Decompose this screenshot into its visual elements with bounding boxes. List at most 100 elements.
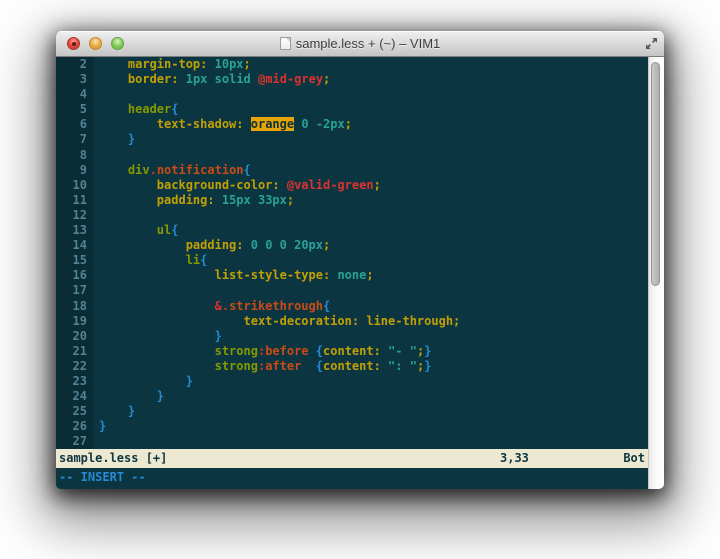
code-line: 3 border: 1px solid @mid-grey; — [56, 72, 648, 87]
code-line: 20 } — [56, 329, 648, 344]
document-icon — [280, 37, 291, 50]
expand-arrows-icon — [645, 37, 658, 50]
code-line: 16 list-style-type: none; — [56, 268, 648, 283]
line-number: 6 — [56, 117, 94, 132]
code-line: 2 margin-top: 10px; — [56, 57, 648, 72]
code-line: 23 } — [56, 374, 648, 389]
line-number: 22 — [56, 359, 94, 374]
window-content: 2 margin-top: 10px;3 border: 1px solid @… — [56, 57, 664, 489]
code-line: 25 } — [56, 404, 648, 419]
line-number: 18 — [56, 299, 94, 314]
window-title: sample.less + (~) – VIM1 — [296, 36, 441, 51]
code-line-text: ul{ — [94, 223, 178, 238]
statusline-scroll-position: Bot — [623, 449, 645, 468]
line-number: 9 — [56, 163, 94, 178]
code-line: 10 background-color: @valid-green; — [56, 178, 648, 193]
window-controls — [67, 37, 124, 50]
code-lines[interactable]: 2 margin-top: 10px;3 border: 1px solid @… — [56, 57, 648, 449]
line-number: 10 — [56, 178, 94, 193]
code-line: 19 text-decoration: line-through; — [56, 314, 648, 329]
code-line-text: } — [94, 389, 164, 404]
code-line: 24 } — [56, 389, 648, 404]
code-line-text — [94, 148, 99, 163]
line-number: 3 — [56, 72, 94, 87]
editor-column: 2 margin-top: 10px;3 border: 1px solid @… — [56, 57, 648, 489]
code-line: 9 div.notification{ — [56, 163, 648, 178]
code-line-text: list-style-type: none; — [94, 268, 374, 283]
code-line: 26} — [56, 419, 648, 434]
code-line: 6 text-shadow: orange 0 -2px; — [56, 117, 648, 132]
line-number: 15 — [56, 253, 94, 268]
statusline-ruler: 3,33 — [500, 449, 529, 468]
line-number: 23 — [56, 374, 94, 389]
line-number: 14 — [56, 238, 94, 253]
titlebar[interactable]: sample.less + (~) – VIM1 — [56, 31, 664, 57]
close-circle-icon[interactable] — [67, 37, 80, 50]
fullscreen-button[interactable] — [644, 36, 659, 51]
code-line-text: background-color: @valid-green; — [94, 178, 381, 193]
line-number: 20 — [56, 329, 94, 344]
code-line-text: padding: 15px 33px; — [94, 193, 294, 208]
line-number: 19 — [56, 314, 94, 329]
code-line: 12 — [56, 208, 648, 223]
code-line-text: strong:before {content: "- ";} — [94, 344, 431, 359]
code-line-text: header{ — [94, 102, 179, 117]
code-line-text: text-decoration: line-through; — [94, 314, 460, 329]
code-line: 5 header{ — [56, 102, 648, 117]
line-number: 11 — [56, 193, 94, 208]
statusline-filename: sample.less [+] — [59, 451, 167, 465]
code-line-text: } — [94, 419, 106, 434]
code-line: 22 strong:after {content: ": ";} — [56, 359, 648, 374]
line-number: 7 — [56, 132, 94, 147]
code-line-text: } — [94, 404, 135, 419]
code-line: 27 — [56, 434, 648, 449]
code-line-text: padding: 0 0 0 20px; — [94, 238, 330, 253]
line-number: 26 — [56, 419, 94, 434]
scrollbar-thumb[interactable] — [651, 62, 660, 286]
window-title-group: sample.less + (~) – VIM1 — [280, 36, 441, 51]
code-line-text: } — [94, 374, 193, 389]
code-line-text: } — [94, 329, 222, 344]
line-number: 16 — [56, 268, 94, 283]
line-number: 25 — [56, 404, 94, 419]
code-line-text — [94, 87, 99, 102]
line-number: 24 — [56, 389, 94, 404]
code-line: 21 strong:before {content: "- ";} — [56, 344, 648, 359]
line-number: 13 — [56, 223, 94, 238]
scrollbar-track[interactable] — [648, 57, 664, 489]
line-number: 17 — [56, 283, 94, 298]
code-line-text: div.notification{ — [94, 163, 251, 178]
code-line-text: } — [94, 132, 135, 147]
line-number: 27 — [56, 434, 94, 449]
code-line: 15 li{ — [56, 253, 648, 268]
line-number: 21 — [56, 344, 94, 359]
line-number: 2 — [56, 57, 94, 72]
code-line: 13 ul{ — [56, 223, 648, 238]
code-line: 8 — [56, 148, 648, 163]
line-number: 12 — [56, 208, 94, 223]
code-line-text: text-shadow: orange 0 -2px; — [94, 117, 352, 132]
code-line-text: &.strikethrough{ — [94, 299, 330, 314]
code-line-text: border: 1px solid @mid-grey; — [94, 72, 330, 87]
code-line-text — [94, 434, 99, 449]
line-number: 5 — [56, 102, 94, 117]
line-number: 8 — [56, 148, 94, 163]
code-line: 11 padding: 15px 33px; — [56, 193, 648, 208]
code-line-text: strong:after {content: ": ";} — [94, 359, 431, 374]
code-line: 14 padding: 0 0 0 20px; — [56, 238, 648, 253]
code-line-text — [94, 208, 99, 223]
code-line-text: li{ — [94, 253, 207, 268]
vim-statusline: sample.less [+] 3,33 Bot — [56, 449, 648, 468]
code-line: 18 &.strikethrough{ — [56, 299, 648, 314]
code-line-text — [94, 283, 99, 298]
code-line: 4 — [56, 87, 648, 102]
code-line-text: margin-top: 10px; — [94, 57, 251, 72]
code-line: 17 — [56, 283, 648, 298]
vim-mode-indicator: -- INSERT -- — [59, 470, 146, 484]
zoom-circle-icon[interactable] — [111, 37, 124, 50]
minimize-circle-icon[interactable] — [89, 37, 102, 50]
vim-command-line: -- INSERT -- — [56, 468, 648, 489]
vim-window: sample.less + (~) – VIM1 2 margin-top: 1… — [56, 31, 664, 489]
line-number: 4 — [56, 87, 94, 102]
code-line: 7 } — [56, 132, 648, 147]
